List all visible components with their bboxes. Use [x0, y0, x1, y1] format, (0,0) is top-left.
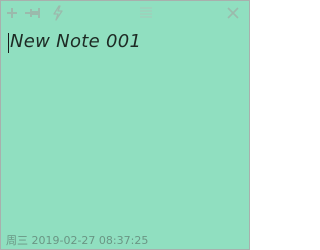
lightning-button[interactable]: [48, 4, 68, 22]
pin-button[interactable]: [23, 4, 43, 22]
lightning-icon: [53, 5, 63, 21]
pin-icon: [25, 8, 40, 18]
add-icon: [7, 8, 17, 18]
menu-lines-icon: [140, 7, 152, 18]
close-button[interactable]: [223, 4, 243, 22]
note-text: New Note 001: [10, 31, 142, 52]
text-caret: [8, 33, 9, 53]
note-toolbar: [1, 1, 249, 25]
menu-button[interactable]: [136, 4, 156, 22]
close-icon: [227, 7, 239, 19]
note-timestamp: 周三 2019-02-27 08:37:25: [6, 234, 149, 247]
note-text-area[interactable]: New Note 001: [3, 27, 247, 227]
status-bar: 周三 2019-02-27 08:37:25: [1, 229, 249, 249]
add-note-button[interactable]: [2, 4, 22, 22]
sticky-note-window: New Note 001 周三 2019-02-27 08:37:25: [0, 0, 250, 250]
